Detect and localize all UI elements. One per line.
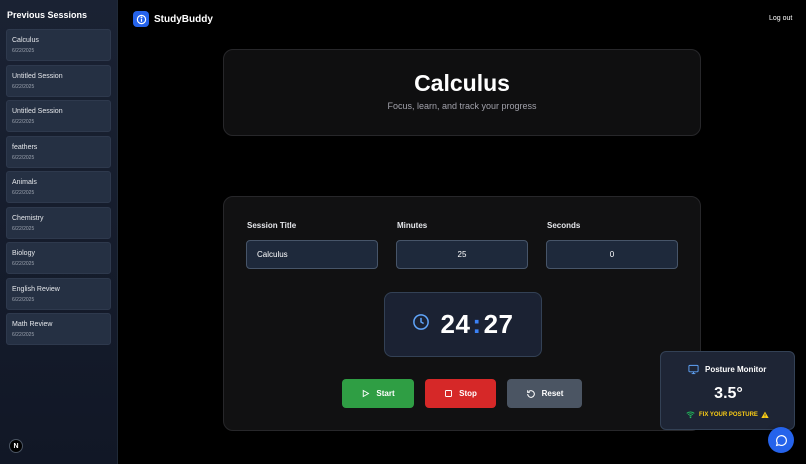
monitor-icon bbox=[688, 364, 699, 375]
stop-label: Stop bbox=[459, 389, 477, 398]
session-item[interactable]: Biology 6/22/2025 bbox=[6, 242, 111, 274]
session-header-card: Calculus Focus, learn, and track your pr… bbox=[223, 49, 701, 136]
session-item[interactable]: Untitled Session 6/22/2025 bbox=[6, 100, 111, 132]
brand-name: StudyBuddy bbox=[154, 13, 213, 25]
timer-card: Session Title Minutes Seconds 24:27 Star… bbox=[223, 196, 701, 431]
session-name: Animals bbox=[12, 179, 37, 186]
session-list: Calculus 6/22/2025 Untitled Session 6/22… bbox=[6, 29, 111, 349]
countdown-time: 24:27 bbox=[440, 309, 513, 340]
start-label: Start bbox=[376, 389, 395, 398]
session-item[interactable]: Chemistry 6/22/2025 bbox=[6, 206, 111, 239]
sidebar: Previous Sessions Calculus 6/22/2025 Unt… bbox=[0, 0, 118, 464]
session-title-label: Session Title bbox=[247, 221, 297, 230]
stop-button[interactable]: Stop bbox=[425, 379, 496, 408]
wifi-icon bbox=[686, 411, 695, 419]
chat-icon bbox=[775, 434, 787, 446]
session-name: Chemistry bbox=[12, 214, 44, 222]
stop-icon bbox=[445, 390, 453, 397]
session-date: 6/22/2025 bbox=[12, 225, 35, 232]
seconds-input[interactable] bbox=[546, 240, 678, 269]
session-date: 6/22/2025 bbox=[12, 332, 35, 338]
countdown-display: 24:27 bbox=[384, 292, 542, 357]
session-date: 6/22/2025 bbox=[12, 261, 35, 267]
page-title: Calculus bbox=[414, 70, 510, 96]
nextjs-badge[interactable]: N bbox=[9, 439, 23, 453]
countdown-seconds: 27 bbox=[483, 309, 514, 339]
play-icon bbox=[363, 389, 370, 398]
session-item[interactable]: Animals 6/22/2025 bbox=[6, 171, 111, 203]
countdown-minutes: 24 bbox=[440, 309, 471, 339]
session-item[interactable]: Untitled Session 6/22/2025 bbox=[6, 64, 111, 97]
clock-icon bbox=[412, 313, 430, 336]
session-date: 6/22/2025 bbox=[12, 48, 35, 54]
seconds-label: Seconds bbox=[547, 221, 581, 230]
info-icon bbox=[133, 11, 149, 27]
posture-angle: 3.5° bbox=[714, 385, 743, 402]
session-name: Untitled Session bbox=[12, 72, 63, 80]
minutes-label: Minutes bbox=[397, 221, 428, 230]
session-date: 6/22/2025 bbox=[12, 154, 35, 161]
logout-button[interactable]: Log out bbox=[769, 15, 792, 22]
posture-status: FIX YOUR POSTURE bbox=[686, 410, 769, 419]
session-item[interactable]: feathers 6/22/2025 bbox=[6, 135, 111, 168]
sidebar-title: Previous Sessions bbox=[7, 10, 88, 20]
session-name: Untitled Session bbox=[12, 108, 63, 115]
start-button[interactable]: Start bbox=[342, 379, 414, 408]
posture-monitor: Posture Monitor 3.5° FIX YOUR POSTURE bbox=[660, 351, 795, 430]
minutes-input[interactable] bbox=[396, 240, 528, 269]
session-item[interactable]: Math Review 6/22/2025 bbox=[6, 313, 111, 345]
session-name: Math Review bbox=[12, 321, 53, 328]
session-date: 6/22/2025 bbox=[12, 119, 35, 125]
session-item[interactable]: English Review 6/22/2025 bbox=[6, 277, 111, 310]
session-name: English Review bbox=[12, 285, 60, 293]
session-title-input[interactable] bbox=[246, 240, 378, 269]
posture-title: Posture Monitor bbox=[705, 365, 767, 374]
session-name: feathers bbox=[12, 143, 38, 151]
posture-header: Posture Monitor bbox=[688, 364, 766, 375]
page-subtitle: Focus, learn, and track your progress bbox=[387, 101, 537, 111]
session-name: Calculus bbox=[12, 37, 39, 44]
session-item[interactable]: Calculus 6/22/2025 bbox=[6, 29, 111, 61]
session-date: 6/22/2025 bbox=[12, 296, 35, 303]
warning-icon bbox=[761, 411, 769, 418]
reset-label: Reset bbox=[541, 389, 564, 398]
chat-button[interactable] bbox=[768, 427, 794, 453]
reset-icon bbox=[526, 389, 535, 398]
countdown-separator: : bbox=[472, 309, 482, 339]
session-date: 6/22/2025 bbox=[12, 83, 35, 90]
brand[interactable]: StudyBuddy bbox=[133, 11, 213, 27]
reset-button[interactable]: Reset bbox=[507, 379, 582, 408]
posture-warning-text: FIX YOUR POSTURE bbox=[699, 411, 758, 418]
session-name: Biology bbox=[12, 250, 35, 257]
session-date: 6/22/2025 bbox=[12, 190, 35, 196]
